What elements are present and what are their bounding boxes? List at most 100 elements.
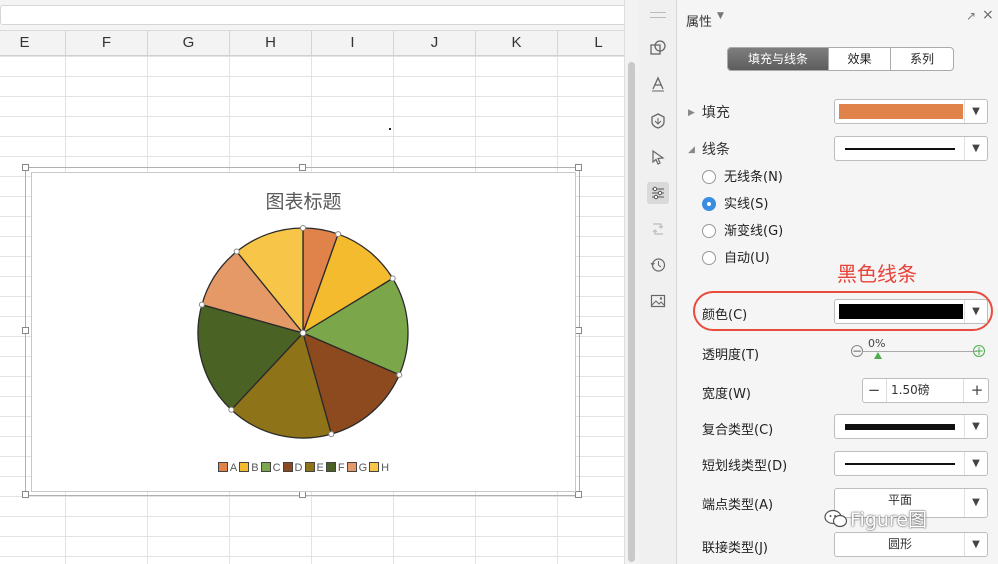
cursor-icon[interactable] xyxy=(647,146,669,168)
radio-solid-line[interactable]: 实线(S) xyxy=(702,195,768,215)
legend-swatch xyxy=(304,462,315,472)
legend-item-D[interactable]: D xyxy=(282,462,303,474)
color-label: 颜色(C) xyxy=(702,308,748,323)
shapes-icon[interactable] xyxy=(647,37,669,59)
column-header-E[interactable]: E xyxy=(0,31,66,55)
radio-auto-line[interactable]: 自动(U) xyxy=(702,249,770,269)
grid-row-line xyxy=(0,496,624,497)
resize-handle[interactable] xyxy=(299,491,306,498)
legend-item-A[interactable]: A xyxy=(217,462,238,474)
chart-legend[interactable]: A B C D E F G H xyxy=(32,462,575,474)
scrollbar-thumb[interactable] xyxy=(628,62,635,562)
center-handle[interactable] xyxy=(299,329,307,337)
formula-input[interactable] xyxy=(0,5,624,25)
width-stepper[interactable]: − 1.50磅 + xyxy=(862,378,989,403)
radio-button[interactable] xyxy=(702,251,716,265)
minus-circle-icon[interactable]: − xyxy=(851,345,863,357)
resize-handle[interactable] xyxy=(575,491,582,498)
legend-label: A xyxy=(229,462,238,474)
column-header-K[interactable]: K xyxy=(476,31,558,55)
width-input[interactable]: 1.50磅 xyxy=(886,379,964,402)
column-header-J[interactable]: J xyxy=(394,31,476,55)
resize-handle[interactable] xyxy=(22,164,29,171)
panel-title[interactable]: 属性 xyxy=(686,11,712,30)
line-section-header[interactable]: ◢ 线条 xyxy=(688,139,730,159)
chevron-down-icon[interactable]: ▼ xyxy=(964,489,987,517)
resize-handle[interactable] xyxy=(575,327,582,334)
tab-series[interactable]: 系列 xyxy=(890,48,953,70)
width-label: 宽度(W) xyxy=(702,387,751,402)
slice-handle[interactable] xyxy=(300,225,306,231)
join-type-value: 圆形 xyxy=(887,537,912,551)
column-header-I[interactable]: I xyxy=(312,31,394,55)
column-header-F[interactable]: F xyxy=(66,31,148,55)
legend-swatch xyxy=(369,462,380,472)
chevron-down-icon[interactable]: ▼ xyxy=(964,533,987,556)
legend-item-H[interactable]: H xyxy=(369,462,389,474)
slice-handle[interactable] xyxy=(335,231,342,238)
cap-type-label: 端点类型(A) xyxy=(702,498,774,513)
slider-knob[interactable] xyxy=(874,352,882,359)
column-header-L[interactable]: L xyxy=(558,31,624,55)
grid-row-line xyxy=(0,96,624,97)
compound-type-label: 复合类型(C) xyxy=(702,423,774,438)
resize-handle[interactable] xyxy=(299,164,306,171)
image-icon[interactable] xyxy=(647,290,669,312)
join-type-dropdown[interactable]: 圆形 ▼ xyxy=(834,532,988,557)
radio-button-selected[interactable] xyxy=(702,197,716,211)
radio-gradient-line[interactable]: 渐变线(G) xyxy=(702,222,783,242)
fill-color-dropdown[interactable]: ▼ xyxy=(834,99,988,124)
compound-type-dropdown[interactable]: ▼ xyxy=(834,414,988,439)
plus-icon[interactable]: + xyxy=(966,379,988,402)
radio-button[interactable] xyxy=(702,170,716,184)
pie-chart[interactable]: 图表标题 ABCDEFGH xyxy=(31,172,576,492)
slice-handle[interactable] xyxy=(328,431,335,438)
column-header-H[interactable]: H xyxy=(230,31,312,55)
close-icon[interactable]: × xyxy=(982,7,994,23)
legend-item-F[interactable]: F xyxy=(325,462,345,474)
resize-handle[interactable] xyxy=(22,327,29,334)
radio-no-line[interactable]: 无线条(N) xyxy=(702,168,783,188)
grid-row-line xyxy=(0,56,624,57)
shield-icon[interactable] xyxy=(647,110,669,132)
fill-color-swatch xyxy=(839,104,963,119)
tab-effects[interactable]: 效果 xyxy=(828,48,890,70)
slice-handle[interactable] xyxy=(228,406,235,413)
line-color-dropdown[interactable]: ▼ xyxy=(834,299,988,324)
dash-type-dropdown[interactable]: ▼ xyxy=(834,451,988,476)
properties-icon[interactable] xyxy=(647,182,669,204)
chevron-down-icon[interactable]: ▼ xyxy=(964,100,987,123)
slice-handle[interactable] xyxy=(389,275,396,282)
cell-dot xyxy=(389,128,391,130)
resize-handle[interactable] xyxy=(575,164,582,171)
legend-item-C[interactable]: C xyxy=(260,462,281,474)
history-icon[interactable] xyxy=(647,254,669,276)
chevron-down-icon[interactable]: ▼ xyxy=(964,415,987,438)
legend-item-G[interactable]: G xyxy=(346,462,367,474)
slice-handle[interactable] xyxy=(198,301,205,308)
caret-down-icon[interactable]: ▼ xyxy=(717,11,724,21)
minus-icon[interactable]: − xyxy=(863,379,885,402)
fill-section-header[interactable]: ▶ 填充 xyxy=(688,102,730,122)
chevron-down-icon[interactable]: ▼ xyxy=(964,300,987,323)
grip-icon[interactable] xyxy=(650,12,666,18)
chevron-down-icon[interactable]: ▼ xyxy=(964,137,987,160)
legend-swatch xyxy=(325,462,336,472)
chevron-down-icon[interactable]: ▼ xyxy=(964,452,987,475)
tab-fill-and-line[interactable]: 填充与线条 xyxy=(728,48,828,70)
legend-item-E[interactable]: E xyxy=(304,462,324,474)
text-style-icon[interactable] xyxy=(647,73,669,95)
legend-swatch xyxy=(239,462,250,472)
dash-preview xyxy=(845,463,955,465)
popout-icon[interactable]: ↗ xyxy=(966,9,980,23)
vertical-scrollbar[interactable] xyxy=(624,0,639,564)
plus-circle-icon[interactable]: + xyxy=(973,345,985,357)
line-style-dropdown[interactable]: ▼ xyxy=(834,136,988,161)
slice-handle[interactable] xyxy=(233,248,240,255)
slice-handle[interactable] xyxy=(396,371,403,378)
resize-handle[interactable] xyxy=(22,491,29,498)
legend-item-B[interactable]: B xyxy=(239,462,259,474)
column-header-G[interactable]: G xyxy=(148,31,230,55)
pie-plot[interactable] xyxy=(32,173,575,491)
radio-button[interactable] xyxy=(702,224,716,238)
